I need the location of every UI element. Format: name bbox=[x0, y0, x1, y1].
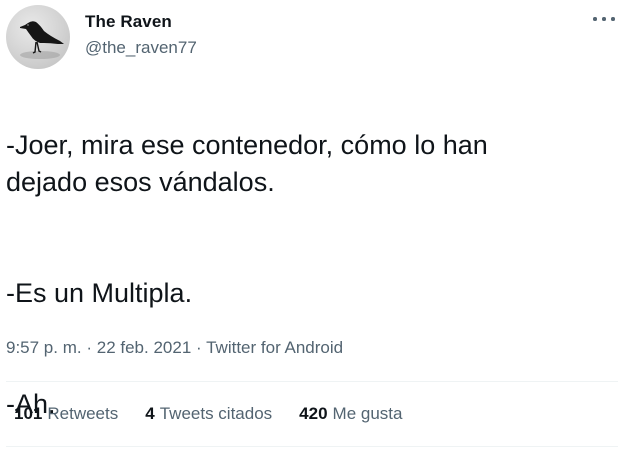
tweet-time: 9:57 p. m. bbox=[6, 338, 82, 357]
retweets-label: Retweets bbox=[47, 404, 119, 423]
divider bbox=[6, 381, 618, 382]
quotes-count: 4 bbox=[145, 404, 155, 423]
quotes-stat[interactable]: 4 Tweets citados bbox=[145, 404, 272, 424]
tweet-source-link[interactable]: Twitter for Android bbox=[206, 338, 343, 357]
tweet-meta: 9:57 p. m. · 22 feb. 2021 · Twitter for … bbox=[6, 338, 343, 358]
tweet-time-link[interactable]: 9:57 p. m. · 22 feb. 2021 bbox=[6, 338, 191, 357]
retweets-count: 101 bbox=[14, 404, 43, 423]
likes-stat[interactable]: 420 Me gusta bbox=[299, 404, 402, 424]
divider bbox=[6, 446, 618, 447]
tweet-line-1: -Joer, mira ese contenedor, cómo lo han … bbox=[6, 130, 488, 197]
tweet-date: 22 feb. 2021 bbox=[96, 338, 192, 357]
more-horizontal-icon[interactable] bbox=[590, 8, 618, 28]
likes-count: 420 bbox=[299, 404, 328, 423]
author-name[interactable]: The Raven bbox=[85, 12, 172, 32]
meta-separator: · bbox=[196, 338, 202, 357]
quotes-label: Tweets citados bbox=[159, 404, 273, 423]
retweets-stat[interactable]: 101 Retweets bbox=[14, 404, 118, 424]
tweet-line-2: -Es un Multipla. bbox=[6, 278, 193, 308]
meta-separator: · bbox=[86, 338, 93, 357]
tweet-card: The Raven @the_raven77 -Joer, mira ese c… bbox=[0, 0, 624, 450]
raven-icon bbox=[20, 21, 64, 59]
likes-label: Me gusta bbox=[332, 404, 403, 423]
avatar[interactable] bbox=[6, 5, 70, 69]
tweet-stats: 101 Retweets 4 Tweets citados 420 Me gusta bbox=[14, 404, 402, 424]
author-handle[interactable]: @the_raven77 bbox=[85, 38, 197, 58]
